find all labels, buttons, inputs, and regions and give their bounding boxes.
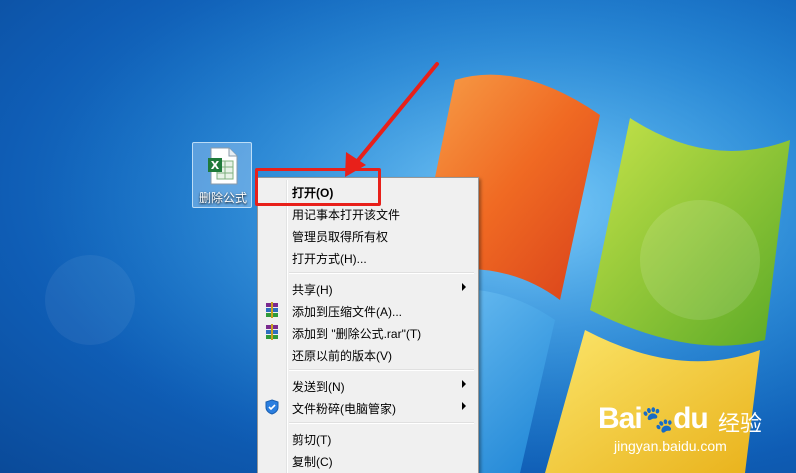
menu-item-send-to[interactable]: 发送到(N): [260, 374, 476, 396]
menu-item-label: 用记事本打开该文件: [292, 208, 401, 222]
menu-item-label: 共享(H): [292, 283, 333, 297]
menu-item-label: 发送到(N): [292, 380, 345, 394]
menu-item-cut[interactable]: 剪切(T): [260, 427, 476, 449]
submenu-arrow-icon: [462, 380, 466, 388]
menu-item-label: 打开方式(H)...: [292, 252, 367, 266]
desktop-file-icon[interactable]: X 删除公式: [192, 142, 252, 208]
baidu-jingyan-watermark: Bai🐾du 经验 jingyan.baidu.com: [598, 402, 788, 468]
menu-item-label: 添加到压缩文件(A)...: [292, 305, 402, 319]
winrar-icon: [266, 302, 278, 318]
menu-item-add-to-rar[interactable]: 添加到 "删除公式.rar"(T): [260, 321, 476, 343]
menu-separator: [289, 422, 474, 424]
menu-item-share[interactable]: 共享(H): [260, 277, 476, 299]
menu-item-label: 文件粉碎(电脑管家): [292, 402, 396, 416]
menu-item-file-shredder[interactable]: 文件粉碎(电脑管家): [260, 396, 476, 418]
menu-item-label: 添加到 "删除公式.rar"(T): [292, 327, 422, 341]
menu-item-label: 管理员取得所有权: [292, 230, 389, 244]
submenu-arrow-icon: [462, 402, 466, 410]
submenu-arrow-icon: [462, 283, 466, 291]
menu-item-label: 复制(C): [292, 455, 333, 469]
context-menu: 打开(O) 用记事本打开该文件 管理员取得所有权 打开方式(H)... 共享(H…: [257, 177, 479, 473]
svg-text:X: X: [211, 159, 220, 172]
menu-separator: [289, 272, 474, 274]
desktop-file-label: 删除公式: [198, 191, 247, 205]
menu-item-copy[interactable]: 复制(C): [260, 449, 476, 471]
excel-file-icon: X: [208, 147, 238, 185]
baidu-logo-part1: Bai: [598, 402, 643, 435]
menu-item-label: 还原以前的版本(V): [292, 349, 392, 363]
winrar-icon: [266, 324, 278, 340]
jingyan-label: 经验: [718, 411, 763, 436]
menu-item-label: 剪切(T): [292, 433, 332, 447]
menu-item-restore-versions[interactable]: 还原以前的版本(V): [260, 343, 476, 365]
watermark-url: jingyan.baidu.com: [614, 438, 727, 454]
annotation-highlight-box: [255, 168, 381, 206]
baidu-logo-part2: du: [673, 402, 709, 435]
menu-item-open-with[interactable]: 打开方式(H)...: [260, 246, 476, 268]
baidu-logo-text: Bai🐾du: [598, 402, 709, 435]
menu-item-add-to-archive[interactable]: 添加到压缩文件(A)...: [260, 299, 476, 321]
shield-icon: [265, 399, 279, 415]
menu-separator: [289, 369, 474, 371]
menu-item-take-ownership[interactable]: 管理员取得所有权: [260, 224, 476, 246]
desktop: X 删除公式 打开(O) 用记事本打开该文件 管理员取得所有权 打开方式(H).…: [0, 0, 796, 473]
